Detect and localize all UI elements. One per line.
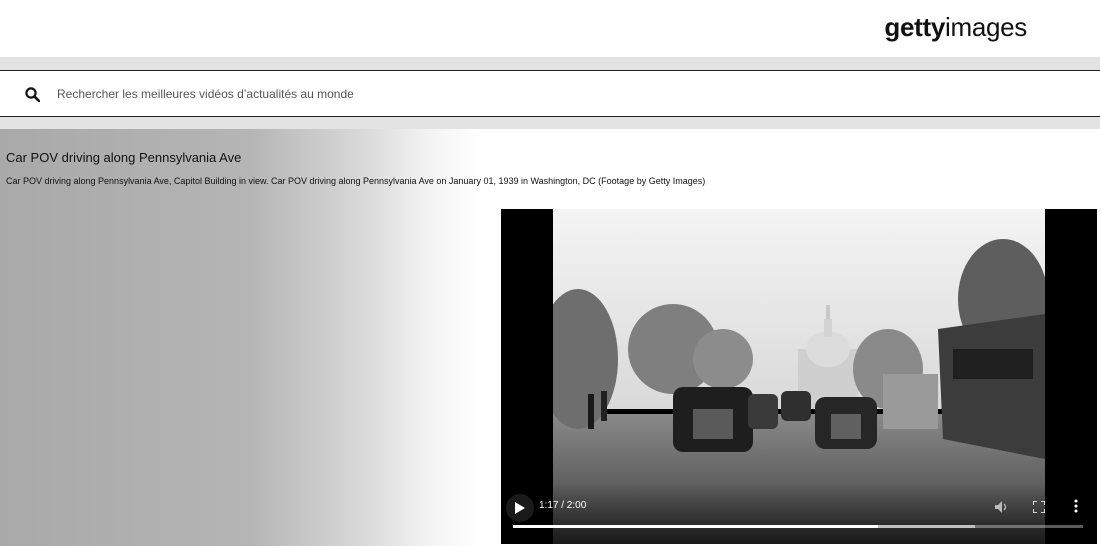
site-header: gettyimages <box>0 0 1100 57</box>
logo-light-text: images <box>944 12 1027 42</box>
play-icon <box>515 502 525 514</box>
video-title: Car POV driving along Pennsylvania Ave <box>6 150 242 165</box>
progress-bar[interactable] <box>513 525 1083 528</box>
search-bar <box>0 70 1100 117</box>
header-divider-band <box>0 57 1100 70</box>
progress-played <box>513 525 878 528</box>
play-button[interactable] <box>506 494 534 522</box>
search-input[interactable] <box>57 84 957 104</box>
video-player[interactable]: 1:17 / 2:00 <box>501 209 1097 544</box>
video-detail-section: Car POV driving along Pennsylvania Ave C… <box>0 129 1100 546</box>
video-description: Car POV driving along Pennsylvania Ave, … <box>6 176 706 186</box>
logo-bold-text: getty <box>884 12 945 42</box>
controls-overlay <box>501 484 1097 544</box>
search-icon[interactable] <box>25 87 40 102</box>
getty-images-logo[interactable]: gettyimages <box>884 12 1027 43</box>
volume-icon[interactable] <box>995 501 1009 513</box>
search-divider-band <box>0 117 1100 129</box>
time-display: 1:17 / 2:00 <box>539 500 587 511</box>
fullscreen-icon[interactable] <box>1033 501 1045 513</box>
more-options-icon[interactable] <box>1073 499 1079 513</box>
